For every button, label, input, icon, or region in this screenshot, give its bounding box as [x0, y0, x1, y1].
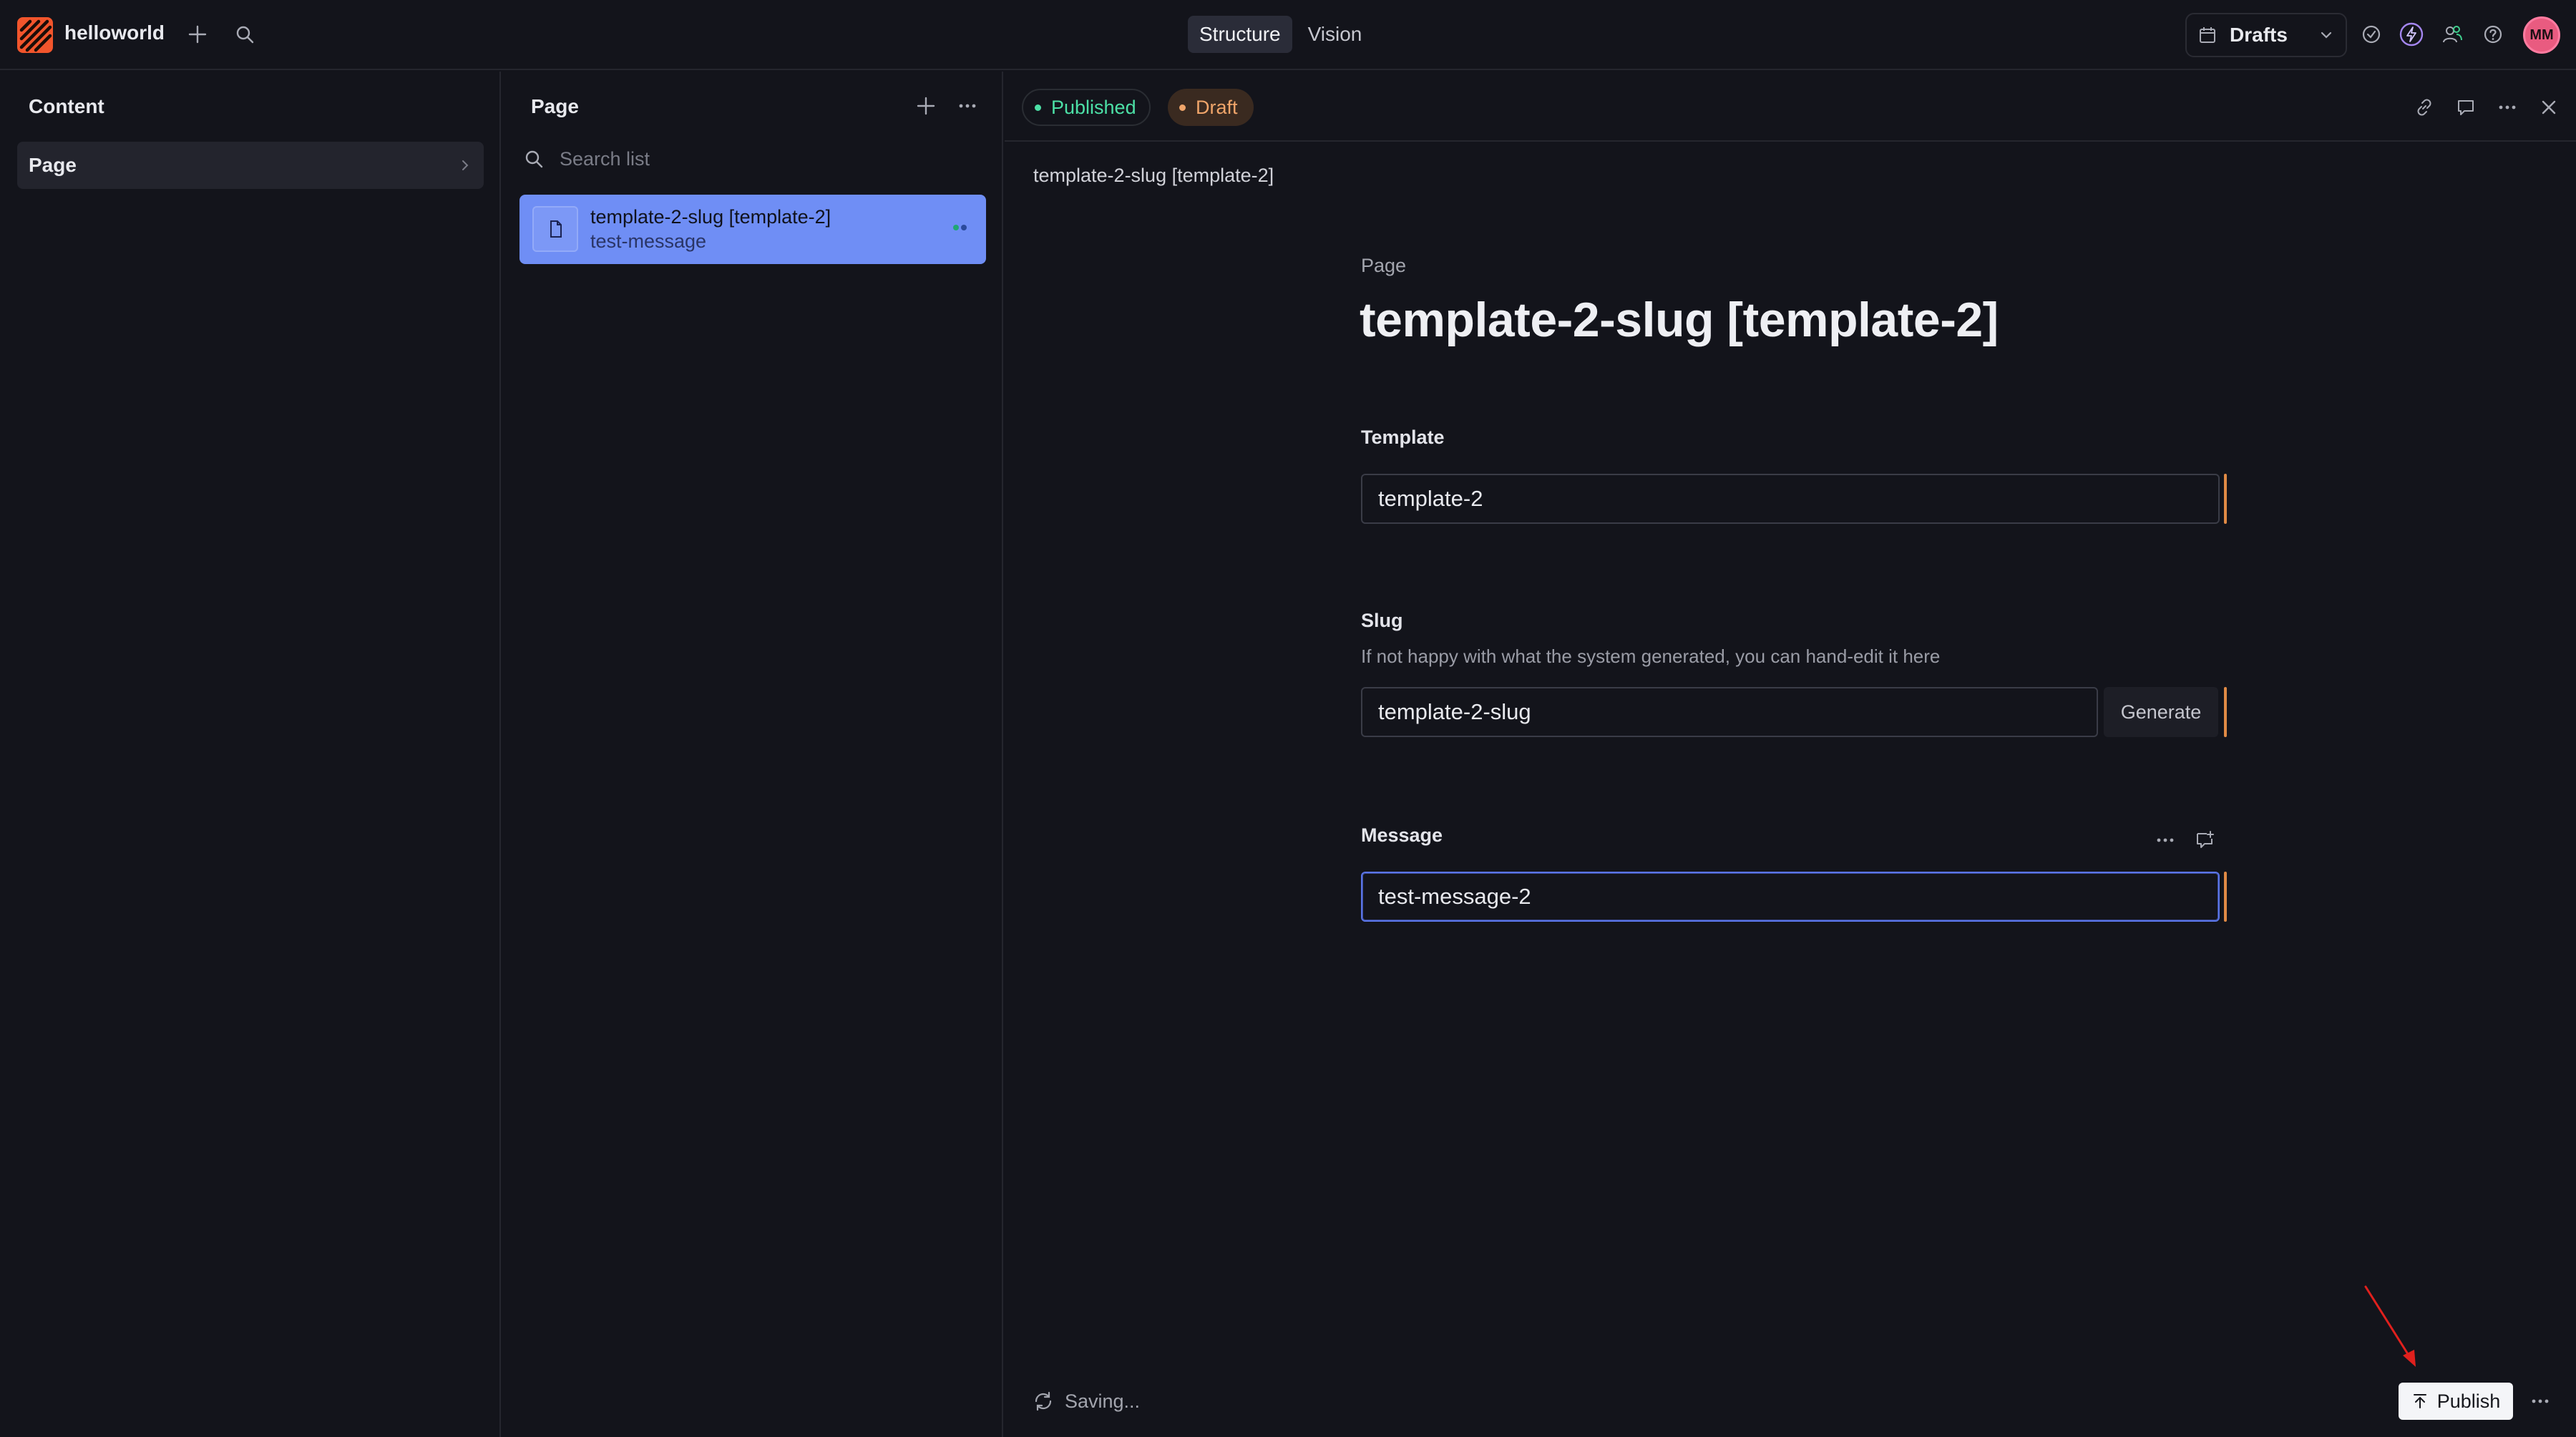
document-status-dots: [953, 225, 967, 230]
slug-field-label: Slug: [1361, 610, 1403, 631]
add-comment-icon[interactable]: [2190, 824, 2221, 856]
slug-field-description: If not happy with what the system genera…: [1361, 646, 1941, 667]
publish-icon: [2411, 1393, 2429, 1410]
document-list-pane: Page template-2-slug [template-2] test-m…: [502, 72, 1003, 1437]
link-icon[interactable]: [2409, 92, 2440, 123]
message-input[interactable]: [1361, 872, 2220, 922]
search-list-input[interactable]: [560, 147, 960, 170]
document-breadcrumb: template-2-slug [template-2]: [1033, 165, 1274, 186]
workspace-name[interactable]: helloworld: [64, 21, 165, 44]
publish-button[interactable]: Publish: [2399, 1383, 2513, 1420]
sync-icon: [1032, 1390, 1055, 1413]
top-navbar: helloworld Structure Vision Drafts MM: [0, 0, 2576, 70]
save-status-label: Saving...: [1065, 1390, 1141, 1412]
chevron-right-icon: [458, 158, 472, 172]
message-field-label: Message: [1361, 824, 1443, 846]
close-icon[interactable]: [2533, 92, 2565, 123]
field-menu-icon[interactable]: [2150, 824, 2181, 856]
content-item-label: Page: [29, 154, 77, 176]
search-row: [524, 145, 960, 173]
add-document-icon[interactable]: [910, 90, 942, 122]
template-field-label: Template: [1361, 427, 1445, 448]
footer-menu-icon[interactable]: [2524, 1385, 2556, 1417]
document-title: template-2-slug [template-2]: [1360, 293, 1999, 347]
tab-structure[interactable]: Structure: [1188, 16, 1292, 53]
tool-switcher: Structure Vision: [1188, 16, 1373, 53]
draft-dot: [1179, 104, 1186, 111]
workspace-logo-icon: [19, 19, 52, 52]
annotation-arrow-icon: [2364, 1285, 2416, 1367]
chevron-down-icon: [2318, 27, 2334, 43]
document-pane: Published Draft template-2-slug [templat…: [1005, 72, 2576, 1437]
search-list-icon: [524, 149, 544, 169]
published-status-dot: [953, 225, 959, 230]
changed-indicator: [2224, 872, 2227, 922]
published-chip[interactable]: Published: [1022, 89, 1151, 126]
template-input[interactable]: [1361, 474, 2220, 524]
list-item[interactable]: template-2-slug [template-2] test-messag…: [519, 195, 986, 264]
list-item-title: template-2-slug [template-2]: [590, 206, 831, 228]
published-chip-label: Published: [1051, 96, 1136, 118]
content-pane-title: Content: [29, 95, 104, 117]
list-menu-icon[interactable]: [952, 90, 983, 122]
published-dot: [1035, 104, 1041, 111]
tasks-check-icon[interactable]: [2356, 19, 2387, 50]
comments-icon[interactable]: [2450, 92, 2482, 123]
release-select[interactable]: Drafts: [2185, 13, 2347, 57]
help-icon[interactable]: [2477, 19, 2509, 50]
document-type-label: Page: [1361, 255, 1407, 276]
lightning-icon[interactable]: [2396, 19, 2427, 50]
changed-indicator: [2224, 687, 2227, 737]
create-new-icon[interactable]: [182, 19, 213, 50]
document-menu-icon[interactable]: [2492, 92, 2523, 123]
publish-label: Publish: [2436, 1390, 2501, 1412]
draft-chip[interactable]: Draft: [1168, 89, 1254, 126]
search-icon[interactable]: [229, 19, 260, 50]
list-pane-title: Page: [531, 95, 579, 117]
draft-chip-label: Draft: [1196, 96, 1238, 118]
presence-users-icon[interactable]: [2436, 19, 2468, 50]
content-item-page[interactable]: Page: [17, 142, 484, 189]
user-avatar[interactable]: MM: [2523, 16, 2560, 54]
workspace-logo[interactable]: [17, 17, 53, 53]
slug-input[interactable]: [1361, 687, 2098, 737]
document-header: Published Draft: [1005, 72, 2576, 142]
draft-status-dot: [961, 225, 967, 230]
tab-vision[interactable]: Vision: [1297, 16, 1374, 53]
list-item-subtitle: test-message: [590, 230, 707, 252]
save-status: Saving...: [1032, 1390, 1140, 1413]
content-pane: Content Page: [0, 72, 501, 1437]
calendar-icon: [2198, 26, 2217, 44]
generate-slug-button[interactable]: Generate: [2104, 687, 2218, 737]
changed-indicator: [2224, 474, 2227, 524]
release-label: Drafts: [2230, 24, 2288, 46]
document-icon: [532, 206, 578, 252]
